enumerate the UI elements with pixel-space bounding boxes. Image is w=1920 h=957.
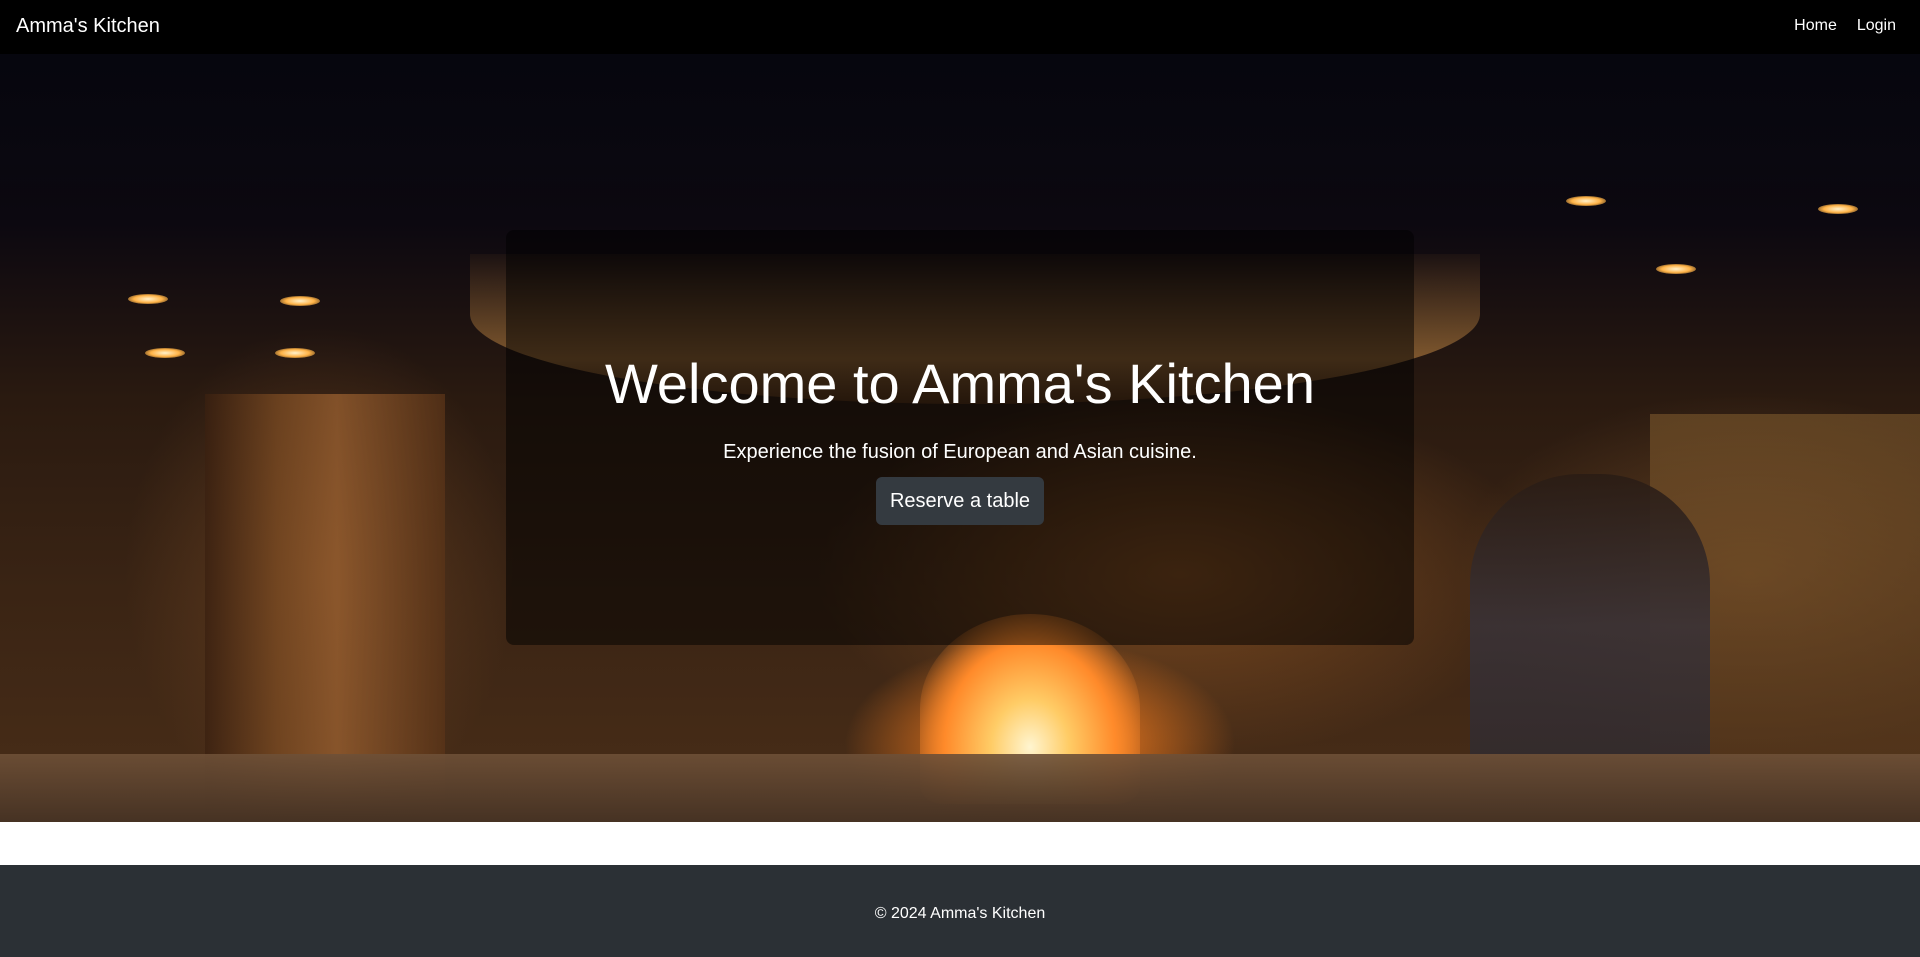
nav-home-link[interactable]: Home [1794, 16, 1837, 36]
ceiling-light-icon [128, 294, 168, 304]
ceiling-light-icon [280, 296, 320, 306]
nav-login-link[interactable]: Login [1857, 16, 1896, 36]
brand-link[interactable]: Amma's Kitchen [16, 12, 160, 40]
kitchen-counter [0, 754, 1920, 822]
ceiling-light-icon [1818, 204, 1858, 214]
footer: © 2024 Amma's Kitchen [0, 865, 1920, 957]
hero-subtitle: Experience the fusion of European and As… [723, 441, 1197, 463]
hero-overlay-panel [506, 230, 1414, 645]
footer-copyright: © 2024 Amma's Kitchen [874, 905, 1046, 922]
nav-links: Home Login [1794, 16, 1896, 36]
ceiling-light-icon [145, 348, 185, 358]
reserve-table-button[interactable]: Reserve a table [876, 477, 1044, 525]
ceiling-light-icon [1566, 196, 1606, 206]
navbar: Amma's Kitchen Home Login [0, 0, 1920, 54]
hero-title: Welcome to Amma's Kitchen [605, 352, 1315, 415]
ceiling-shadow [0, 54, 1920, 204]
ceiling-light-icon [1656, 264, 1696, 274]
ceiling-light-icon [275, 348, 315, 358]
